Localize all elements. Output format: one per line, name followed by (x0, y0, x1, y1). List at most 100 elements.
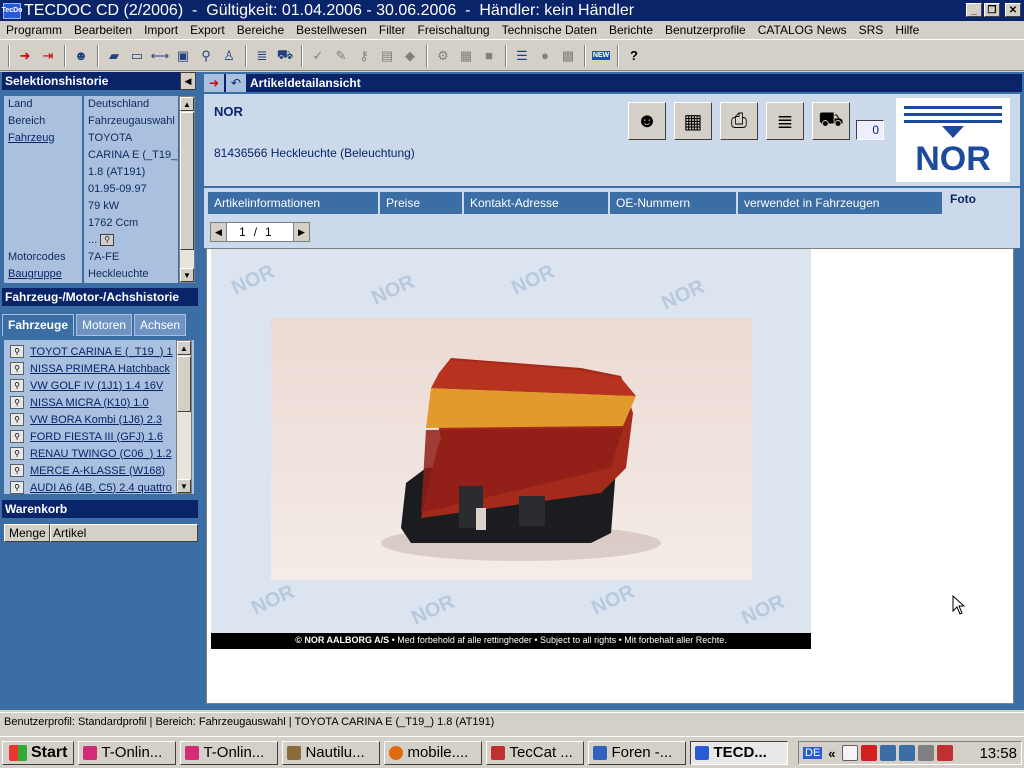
menu-benutzerprofile[interactable]: Benutzerprofile (659, 23, 752, 37)
menu-import[interactable]: Import (138, 23, 184, 37)
prev-page-icon[interactable]: ◀ (211, 223, 227, 241)
magnify-icon[interactable]: ⚲ (10, 430, 24, 443)
scroll-up-arrow-icon[interactable]: ▲ (177, 341, 191, 355)
vehicle-link[interactable]: AUDI A6 (4B, C5) 2.4 quattro (30, 482, 172, 494)
menu-filter[interactable]: Filter (373, 23, 412, 37)
tab-achsen[interactable]: Achsen (134, 314, 187, 336)
disc-icon[interactable]: ● (534, 45, 556, 67)
menu-bearbeiten[interactable]: Bearbeiten (68, 23, 138, 37)
list-item[interactable]: ⚲ NISSA MICRA (K10) 1.0 (10, 394, 178, 411)
history-key-link[interactable]: Baugruppe (4, 266, 82, 283)
user-icon[interactable]: ☻ (70, 45, 92, 67)
vehicle-link[interactable]: MERCE A-KLASSE (W168) (30, 465, 165, 477)
exit-icon[interactable]: ⇥ (37, 45, 59, 67)
list-item[interactable]: ⚲ TOYOT CARINA E (_T19_) 1 (10, 343, 178, 360)
list-item[interactable]: ⚲ AUDI A6 (4B, C5) 2.4 quattro (10, 479, 178, 496)
cart-quantity-input[interactable]: 0 (856, 120, 884, 140)
engine-icon[interactable]: ▭ (126, 45, 148, 67)
refresh-icon[interactable]: ↶ (226, 74, 246, 92)
taskbar-item-active[interactable]: TECD... (690, 740, 789, 765)
magnify-icon[interactable]: ⚲ (10, 379, 24, 392)
tab-preise[interactable]: Preise (380, 192, 462, 214)
list-item[interactable]: ⚲ RENAU TWINGO (C06_) 1.2 (10, 445, 178, 462)
add-to-cart-button[interactable]: ⛟ (812, 102, 850, 140)
tab-fahrzeuge[interactable]: Fahrzeuge (2, 314, 75, 336)
vehicle-link[interactable]: VW GOLF IV (1J1) 1.4 16V (30, 380, 163, 392)
scroll-down-arrow-icon[interactable]: ▼ (177, 479, 191, 493)
vehicle-link[interactable]: TOYOT CARINA E (_T19_) 1 (30, 346, 173, 358)
tab-motoren[interactable]: Motoren (76, 314, 133, 336)
back-arrow-icon[interactable]: ➜ (14, 45, 36, 67)
tab-verwendet-in-fahrzeugen[interactable]: verwendet in Fahrzeugen (738, 192, 942, 214)
taskbar-item[interactable]: Nautilu... (282, 740, 381, 765)
info-button[interactable]: ☻ (628, 102, 666, 140)
check-icon[interactable]: ✓ (307, 45, 329, 67)
vehicle-link[interactable]: NISSA PRIMERA Hatchback (30, 363, 170, 375)
clock[interactable]: 13:58 (979, 745, 1017, 762)
block-icon[interactable]: ■ (478, 45, 500, 67)
scroll-up-arrow-icon[interactable]: ▲ (180, 97, 194, 111)
mail-icon[interactable] (841, 745, 858, 761)
menu-programm[interactable]: Programm (0, 23, 68, 37)
collapse-panel-button[interactable]: ◀ (180, 72, 196, 90)
cart-col-qty[interactable]: Menge (4, 524, 50, 542)
settings-icon[interactable] (917, 745, 934, 761)
tab-foto[interactable]: Foto (944, 188, 1018, 210)
next-page-icon[interactable]: ▶ (293, 223, 309, 241)
help-icon[interactable]: ? (623, 45, 645, 67)
grid-icon[interactable]: ▩ (557, 45, 579, 67)
language-indicator[interactable]: DE (803, 747, 823, 759)
magnify-icon[interactable]: ⚲ (10, 362, 24, 375)
list-item[interactable]: ⚲ VW GOLF IV (1J1) 1.4 16V (10, 377, 178, 394)
tab-kontakt-adresse[interactable]: Kontakt-Adresse (464, 192, 608, 214)
selection-history-scrollbar[interactable]: ▲ ▼ (179, 96, 195, 283)
shield-icon[interactable] (936, 745, 953, 761)
start-button[interactable]: Start (2, 740, 75, 765)
tray-expand-icon[interactable]: « (828, 746, 835, 761)
minimize-button[interactable]: _ (966, 3, 982, 17)
history-key-link[interactable]: Fahrzeug (4, 130, 82, 147)
book-icon[interactable]: ◆ (399, 45, 421, 67)
scroll-thumb[interactable] (180, 112, 194, 250)
vehicle-link[interactable]: VW BORA Kombi (1J6) 2.3 (30, 414, 162, 426)
image-icon[interactable]: ▤ (376, 45, 398, 67)
taskbar-item[interactable]: TecCat ... (486, 740, 585, 765)
list-item[interactable]: ⚲ MERCE A-KLASSE (W168) (10, 462, 178, 479)
news-icon[interactable]: NEW (590, 45, 612, 67)
tools-icon[interactable]: ✎ (330, 45, 352, 67)
menu-hilfe[interactable]: Hilfe (889, 23, 925, 37)
title-bar[interactable]: TecDo TECDOC CD (2/2006) - Gültigkeit: 0… (0, 0, 1024, 21)
vehicle-link[interactable]: NISSA MICRA (K10) 1.0 (30, 397, 149, 409)
key-icon[interactable]: ⚷ (353, 45, 375, 67)
print-button[interactable]: ⎙ (720, 102, 758, 140)
taskbar-item[interactable]: Foren -... (588, 740, 687, 765)
list-item[interactable]: ⚲ VW BORA Kombi (1J6) 2.3 (10, 411, 178, 428)
add-list-button[interactable]: ▦ (674, 102, 712, 140)
vehicle-history-scrollbar[interactable]: ▲ ▼ (176, 340, 192, 494)
tab-artikelinformationen[interactable]: Artikelinformationen (208, 192, 378, 214)
magnify-icon[interactable]: ⚲ (10, 345, 24, 358)
person-search-icon[interactable]: ♙ (218, 45, 240, 67)
scroll-thumb[interactable] (177, 356, 191, 412)
taskbar-item[interactable]: mobile.... (384, 740, 483, 765)
menu-berichte[interactable]: Berichte (603, 23, 659, 37)
taskbar-item[interactable]: T-Onlin... (180, 740, 279, 765)
tab-oe-nummern[interactable]: OE-Nummern (610, 192, 736, 214)
vehicle-link[interactable]: RENAU TWINGO (C06_) 1.2 (30, 448, 172, 460)
menu-catalog-news[interactable]: CATALOG News (752, 23, 853, 37)
restore-button[interactable]: ❐ (984, 3, 1000, 17)
magnify-icon[interactable]: ⚲ (100, 234, 115, 247)
list-arrow-button[interactable]: ≣ (766, 102, 804, 140)
cart-col-article[interactable]: Artikel (50, 524, 198, 542)
menu-srs[interactable]: SRS (853, 23, 890, 37)
menu-technische-daten[interactable]: Technische Daten (496, 23, 603, 37)
menu-export[interactable]: Export (184, 23, 231, 37)
edit-list-icon[interactable]: ☰ (511, 45, 533, 67)
taskbar-item[interactable]: T-Onlin... (78, 740, 177, 765)
menu-bestellwesen[interactable]: Bestellwesen (290, 23, 373, 37)
scroll-down-arrow-icon[interactable]: ▼ (180, 268, 194, 282)
network-icon[interactable] (879, 745, 896, 761)
menu-freischaltung[interactable]: Freischaltung (412, 23, 496, 37)
cart-icon[interactable]: ⛟ (274, 45, 296, 67)
magnify-icon[interactable]: ⚲ (10, 396, 24, 409)
